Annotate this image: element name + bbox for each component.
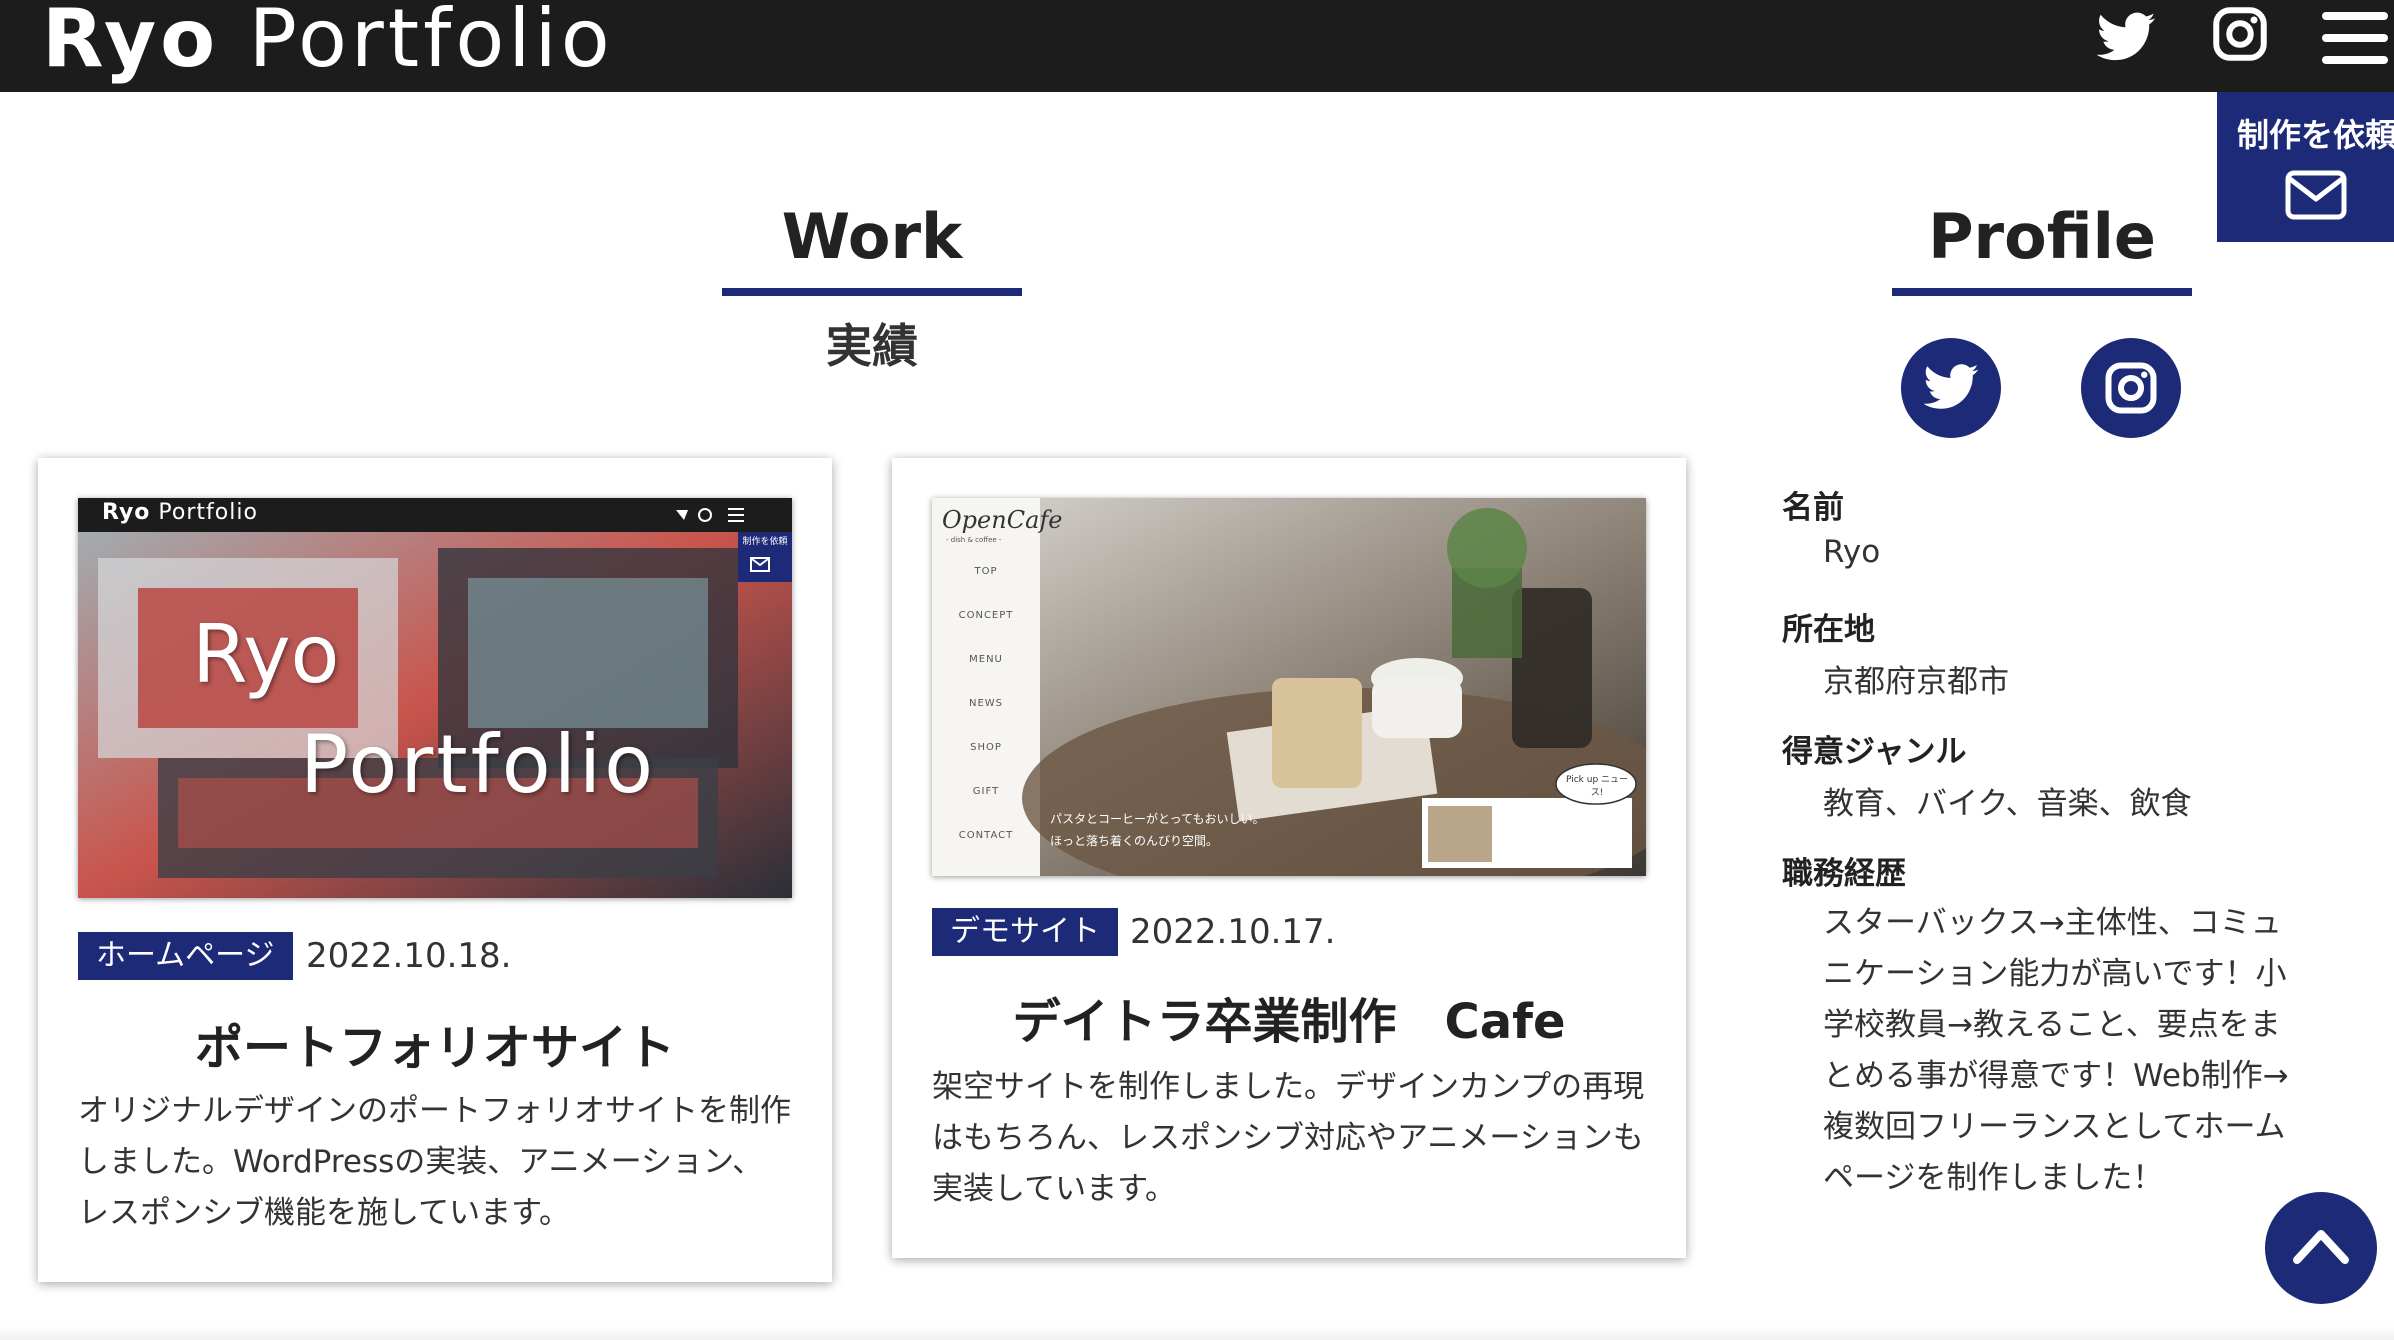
page-bottom-edge (0, 1326, 2394, 1340)
thumb-cafe-logo: OpenCafe (942, 506, 1063, 534)
work-title-underline (722, 288, 1022, 296)
work-card-portfolio[interactable]: Ryo Portfolio 制作を依頼 Ryo Portfolio ホームページ… (38, 458, 832, 1282)
card-title[interactable]: デイトラ卒業制作 Cafe (892, 982, 1686, 1052)
profile-location-label: 所在地 (1782, 612, 1875, 648)
thumb-cafe-menu: TOP CONCEPT MENU NEWS SHOP GIFT CONTACT (958, 566, 1014, 841)
back-to-top-button[interactable] (2265, 1192, 2377, 1304)
chevron-up-icon (2293, 1230, 2349, 1264)
card-description: 架空サイトを制作しました。デザインカンプの再現はもちろん、レスポンシブ対応やアニ… (932, 1069, 1645, 1207)
site-header: Ryo Portfolio (0, 0, 2394, 92)
thumb-logo: Ryo Portfolio (102, 500, 258, 525)
instagram-icon[interactable] (2210, 4, 2270, 64)
work-subtitle: 実績 (826, 319, 918, 373)
post-date: 2022.10.17. (1130, 912, 1336, 952)
post-date: 2022.10.18. (306, 936, 512, 976)
request-work-button[interactable]: 制作を依頼 (2217, 92, 2394, 242)
profile-title: Profile (1928, 200, 2156, 273)
thumb-cafe-caption-1: パスタとコーヒーがとってもおいしい。 (1050, 812, 1265, 826)
logo-bold: Ryo (42, 0, 220, 85)
profile-genre-label: 得意ジャンル (1782, 734, 1967, 770)
profile-career-value: スターバックス→主体性、コミュニケーション能力が高いです！小学校教員→教えること… (1823, 905, 2289, 1196)
work-card-cafe[interactable]: OpenCafe - dish & coffee - TOP CONCEPT M… (892, 458, 1686, 1258)
profile-location-value: 京都府京都市 (1823, 664, 2009, 700)
profile-name-value: Ryo (1823, 534, 1881, 570)
site-logo[interactable]: Ryo Portfolio (42, 0, 614, 85)
profile-genre-value: 教育、バイク、音楽、飲食 (1823, 786, 2192, 822)
cafe-thumbnail: OpenCafe - dish & coffee - TOP CONCEPT M… (932, 498, 1646, 876)
logo-rest: Portfolio (248, 0, 614, 85)
profile-title-underline (1892, 288, 2192, 296)
thumb-hero-ryo: Ryo (192, 608, 340, 701)
hamburger-menu-icon[interactable] (2322, 10, 2388, 66)
thumb-hero-portfolio: Portfolio (300, 718, 657, 811)
profile-name-label: 名前 (1782, 490, 1844, 526)
request-label: 制作を依頼 (2237, 116, 2394, 154)
thumb-cafe-caption-2: ほっと落ち着くのんびり空間。 (1050, 834, 1219, 848)
mail-icon (2285, 170, 2347, 220)
thumb-cafe-logo-sub: - dish & coffee - (946, 536, 1002, 544)
card-description: オリジナルデザインのポートフォリオサイトを制作しました。WordPressの実装… (78, 1093, 791, 1231)
work-title: Work (781, 200, 963, 273)
instagram-icon[interactable] (2081, 338, 2181, 438)
portfolio-thumbnail: Ryo Portfolio 制作を依頼 Ryo Portfolio (78, 498, 792, 898)
thumb-cafe-bubble: Pick up ニュース! (1565, 775, 1629, 798)
category-badge[interactable]: ホームページ (78, 932, 293, 980)
card-title[interactable]: ポートフォリオサイト (38, 1008, 832, 1078)
profile-career-label: 職務経歴 (1782, 856, 1906, 892)
twitter-icon[interactable] (1901, 338, 2001, 438)
category-badge[interactable]: デモサイト (932, 908, 1118, 956)
thumb-request-label: 制作を依頼 (742, 537, 788, 547)
twitter-icon[interactable] (2094, 6, 2158, 70)
